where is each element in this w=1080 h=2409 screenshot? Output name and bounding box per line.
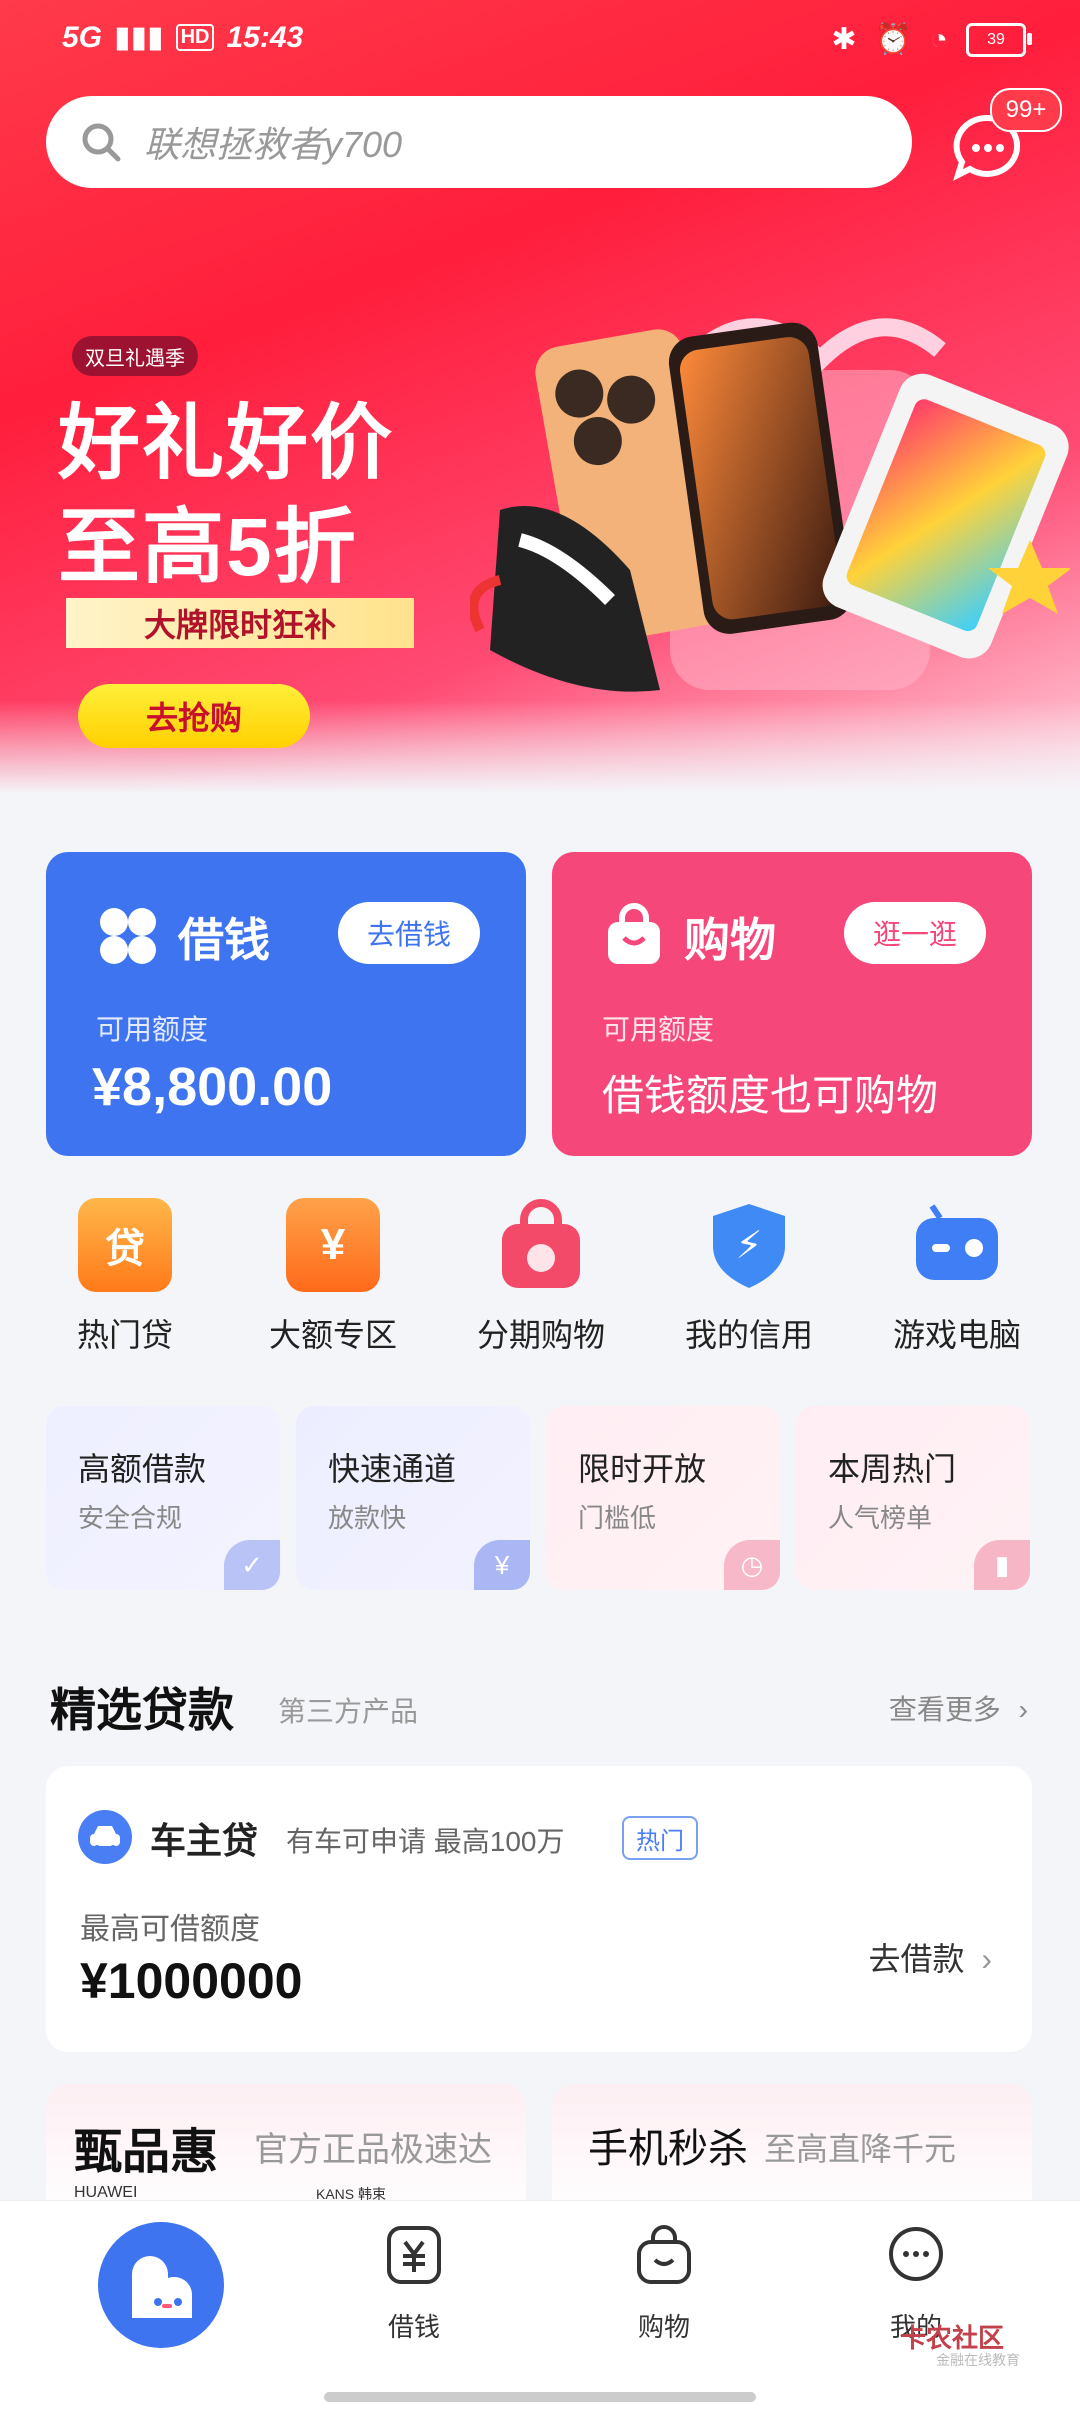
promo-subtitle: 至高直降千元 [764, 2131, 957, 2167]
bluetooth-icon: ✱ [831, 23, 857, 56]
promo-subtitle: 官方正品极速达 [254, 2131, 492, 2169]
banner-title-line2: 至高5折 [58, 502, 358, 593]
shield-glyph: ⚡ [736, 1223, 763, 1267]
banner-buy-button[interactable]: 去抢购 [78, 684, 310, 748]
home-indicator[interactable] [324, 2392, 756, 2402]
tab-borrow[interactable]: 借钱 [354, 2224, 474, 2344]
shop-credit-value: 借钱额度也可购物 [602, 1072, 939, 1119]
tab-label: 购物 [637, 2312, 690, 2342]
tab-label: 借钱 [387, 2312, 440, 2342]
message-badge: 99+ [990, 88, 1062, 132]
apply-loan-button[interactable]: 去借款 › [868, 1934, 992, 1980]
network-indicator: 5G [62, 20, 103, 54]
yuan-doc-icon [387, 2226, 441, 2284]
promo-title: 甄品惠 [74, 2126, 219, 2179]
loan-description: 有车可申请 最高100万 [286, 1826, 565, 1857]
shop-card-title: 购物 [684, 914, 776, 966]
promo-title: 手机秒杀 [588, 2127, 748, 2171]
search-bar[interactable]: 联想拯救者y700 [46, 96, 912, 188]
mascot-home-icon[interactable] [98, 2222, 224, 2348]
borrow-credit-value: ¥8,800.00 [92, 1057, 333, 1117]
shortcut-hot-loan[interactable]: 贷 热门贷 [40, 1198, 210, 1356]
shopping-bag-icon [502, 1199, 580, 1288]
shortcut-gaming-pc[interactable]: 游戏电脑 [872, 1198, 1042, 1356]
clock-icon: ◷ [724, 1540, 780, 1590]
view-more-link[interactable]: 查看更多 › [889, 1688, 1028, 1728]
shop-credit-label: 可用额度 [602, 1014, 715, 1045]
shortcut-large-amount[interactable]: ¥ 大额专区 [248, 1198, 418, 1356]
feature-fast-channel[interactable]: 快速通道 放款快 ¥ [296, 1406, 530, 1590]
view-more-label: 查看更多 [888, 1694, 1001, 1725]
feature-title: 限时开放 [578, 1451, 707, 1487]
battery-icon: 39 [966, 22, 1032, 57]
shortcut-label: 热门贷 [76, 1317, 173, 1353]
tab-shop[interactable]: 购物 [604, 2224, 724, 2344]
signal-icon: ▮▮▮ [114, 21, 164, 54]
section-subtitle: 第三方产品 [278, 1696, 419, 1727]
game-console-icon [916, 1204, 998, 1280]
feature-subtitle: 人气榜单 [828, 1503, 933, 1533]
borrow-credit-label: 可用额度 [96, 1014, 209, 1045]
clock: 15:43 [226, 20, 304, 54]
status-bar: 5G ▮▮▮ HD 15:43 ✱ ⏰ ◔ 39 [0, 0, 1080, 80]
check-shield-icon: ✓ [224, 1540, 280, 1590]
banner-subtitle: 大牌限时狂补 [66, 598, 414, 648]
banner-title: 好礼好价 至高5折 [58, 392, 394, 600]
feature-title: 高额借款 [78, 1451, 207, 1487]
car-icon [78, 1810, 132, 1864]
shortcut-label: 分期购物 [476, 1317, 605, 1353]
shopping-bag-icon [637, 2225, 691, 2284]
loan-icon: 贷 [78, 1198, 172, 1292]
feature-subtitle: 门槛低 [578, 1503, 657, 1533]
chevron-right-icon: › [981, 1941, 992, 1977]
search-icon [82, 123, 121, 162]
yuan-icon: ¥ [474, 1540, 530, 1590]
hot-tag: 热门 [622, 1816, 698, 1860]
borrow-card[interactable]: 借钱 去借钱 可用额度 ¥8,800.00 [46, 852, 526, 1156]
loan-amount: ¥1000000 [80, 1953, 303, 2009]
search-placeholder: 联想拯救者y700 [144, 124, 403, 165]
feature-subtitle: 安全合规 [78, 1503, 183, 1533]
browse-button[interactable]: 逛一逛 [844, 902, 986, 964]
wifi-icon: ◔ [929, 22, 948, 56]
borrow-button[interactable]: 去借钱 [338, 902, 480, 964]
feature-title: 本周热门 [828, 1451, 957, 1487]
battery-level: 39 [987, 30, 1005, 48]
banner-tag: 双旦礼遇季 [72, 336, 198, 376]
apply-loan-label: 去借款 [868, 1941, 965, 1977]
borrow-card-title: 借钱 [178, 914, 270, 966]
shop-card[interactable]: 购物 逛一逛 可用额度 借钱额度也可购物 [552, 852, 1032, 1156]
section-title: 精选贷款 [50, 1684, 234, 1736]
clover-icon [100, 908, 156, 964]
feature-limited-open[interactable]: 限时开放 门槛低 ◷ [546, 1406, 780, 1590]
loan-amount-label: 最高可借额度 [80, 1913, 260, 1946]
bar-chart-icon: ▮ [974, 1540, 1030, 1590]
watermark-subtitle: 金融在线教育 [936, 2352, 1020, 2368]
feature-title: 快速通道 [328, 1451, 457, 1487]
chat-bubble-icon [889, 2227, 943, 2281]
chevron-right-icon: › [1018, 1694, 1028, 1725]
banner-title-line1: 好礼好价 [58, 398, 395, 489]
shopping-bag-icon [608, 903, 660, 964]
feature-high-loan[interactable]: 高额借款 安全合规 ✓ [46, 1406, 280, 1590]
feature-weekly-hot[interactable]: 本周热门 人气榜单 ▮ [796, 1406, 1030, 1590]
loan-name: 车主贷 [150, 1820, 259, 1861]
shortcut-installment[interactable]: 分期购物 [456, 1198, 626, 1356]
shortcut-label: 大额专区 [268, 1317, 397, 1353]
feature-subtitle: 放款快 [328, 1503, 407, 1533]
shortcut-my-credit[interactable]: ⚡ 我的信用 [664, 1198, 834, 1356]
alarm-icon: ⏰ [874, 23, 912, 56]
product-illustration [470, 318, 1070, 692]
shortcut-label: 我的信用 [684, 1317, 813, 1353]
loan-product-card[interactable]: 车主贷 有车可申请 最高100万 热门 最高可借额度 ¥1000000 去借款 … [46, 1766, 1032, 2052]
yuan-icon: ¥ [286, 1198, 380, 1292]
shortcut-label: 游戏电脑 [892, 1317, 1021, 1353]
shield-icon: ⚡ [713, 1204, 785, 1288]
hd-indicator: HD [175, 24, 215, 51]
